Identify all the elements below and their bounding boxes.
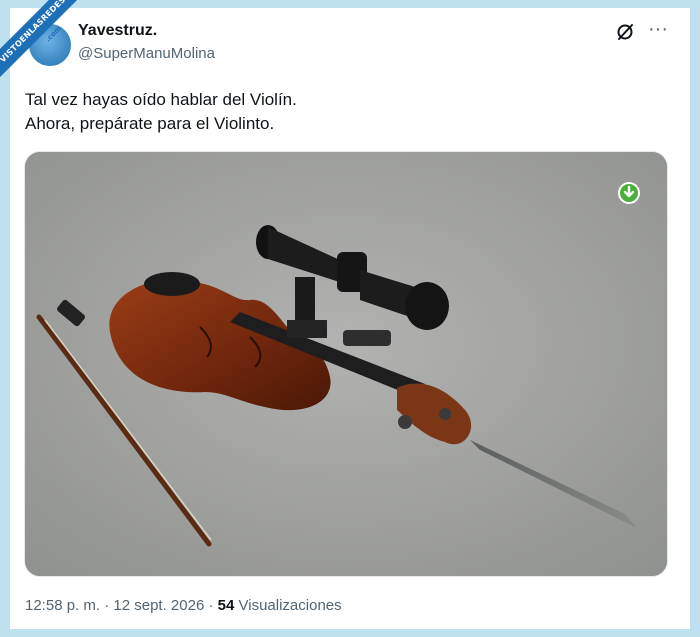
tweet-image[interactable] (24, 151, 668, 577)
views-count[interactable]: 54 (218, 597, 235, 614)
grok-icon[interactable] (614, 21, 636, 43)
tweet-time[interactable]: 12:58 p. m. (25, 597, 100, 614)
tweet-text-line-1: Tal vez hayas oído hablar del Violín. (25, 90, 297, 109)
tweet-date[interactable]: 12 sept. 2026 (113, 597, 204, 614)
meta-separator: · (100, 597, 114, 614)
tweet-meta: 12:58 p. m. · 12 sept. 2026 · 54 Visuali… (25, 597, 342, 614)
meta-separator: · (204, 597, 218, 614)
tweet-text: Tal vez hayas oído hablar del Violín. Ah… (25, 88, 665, 136)
more-options-icon[interactable]: ··· (646, 19, 670, 42)
watermark-text: VISTOENLASREDES (0, 0, 87, 84)
views-label: Visualizaciones (234, 597, 342, 614)
violin-rifle-photo (25, 152, 667, 576)
watermark-ribbon: VISTOENLASREDES .com (0, 0, 90, 90)
user-handle[interactable]: @SuperManuMolina (78, 45, 215, 62)
tweet-text-line-2: Ahora, prepárate para el Violinto. (25, 114, 275, 133)
download-arrow-icon[interactable] (617, 181, 641, 205)
